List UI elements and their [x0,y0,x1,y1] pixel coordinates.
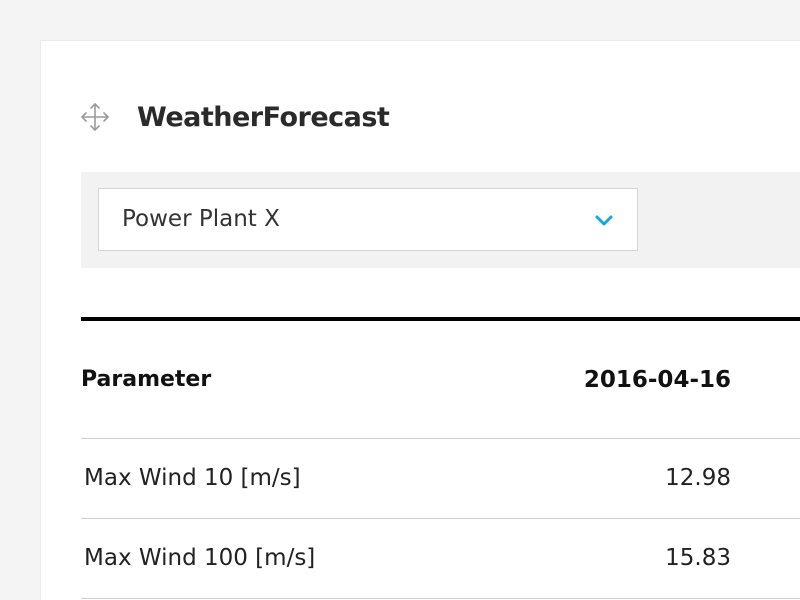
selected-plant-value: Power Plant X [122,206,280,232]
move-arrows-icon[interactable] [79,101,111,133]
widget-title: WeatherForecast [137,101,390,133]
value-cell: 15.83 [665,545,731,571]
power-plant-select[interactable]: Power Plant X [98,188,638,251]
parameter-cell: Max Wind 100 [m/s] [84,545,316,571]
column-header-date[interactable]: 2016-04-16 [584,367,731,393]
parameter-cell: Max Wind 10 [m/s] [84,465,301,491]
forecast-table: Parameter 2016-04-16 Max Wind 10 [m/s] 1… [81,321,800,599]
value-cell: 12.98 [665,465,731,491]
chevron-down-icon[interactable] [593,209,615,231]
column-header-parameter[interactable]: Parameter [81,367,211,392]
table-row: Max Wind 100 [m/s] 15.83 [81,519,800,599]
table-header-row: Parameter 2016-04-16 [81,321,800,439]
widget-header: WeatherForecast [79,97,390,137]
filter-bar: Power Plant X [81,172,800,268]
weather-forecast-widget: WeatherForecast Power Plant X Parameter … [40,40,800,600]
table-row: Max Wind 10 [m/s] 12.98 [81,439,800,519]
